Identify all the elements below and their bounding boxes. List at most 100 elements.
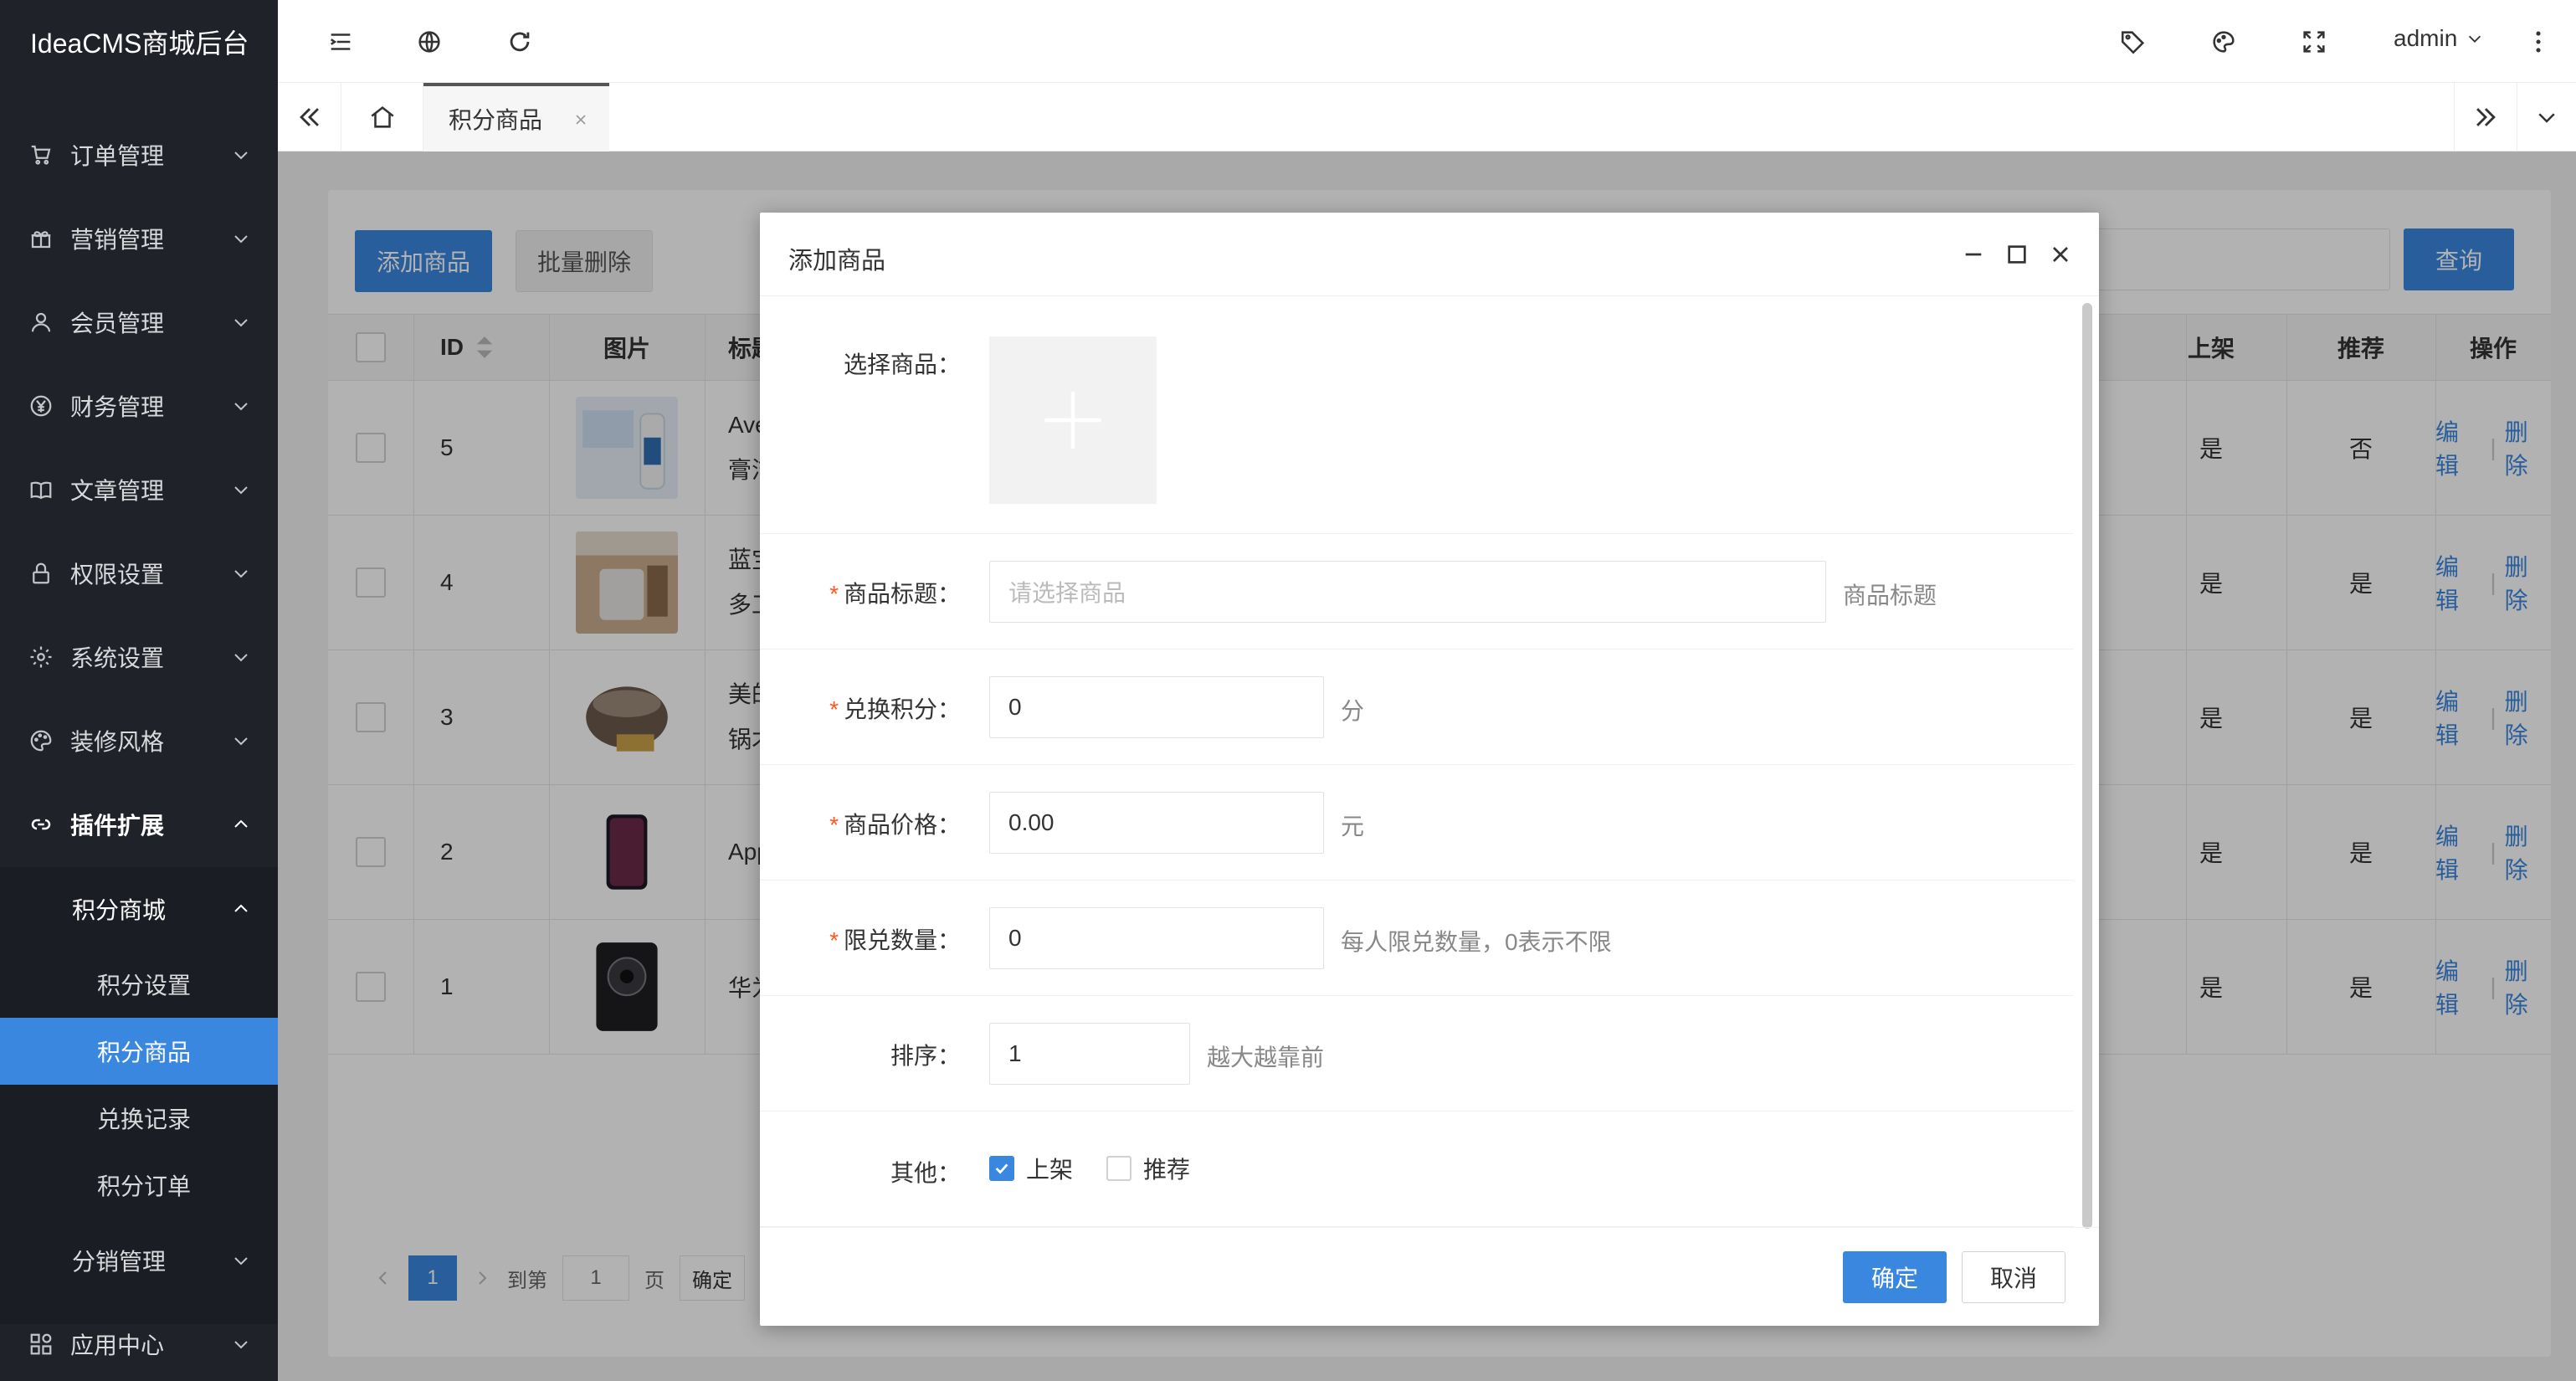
user-menu[interactable]: admin — [2394, 25, 2484, 52]
tab-home[interactable] — [341, 83, 423, 151]
points-unit: 分 — [1341, 698, 1365, 724]
sidebar-item-label: 应用中心 — [70, 1332, 165, 1358]
title-hint: 商品标题 — [1843, 583, 1937, 608]
maximize-icon[interactable] — [2004, 241, 2030, 268]
gear-icon — [30, 646, 52, 668]
chevron-down-icon — [234, 570, 248, 578]
sidebar-item-distribution[interactable]: 分销管理 — [0, 1219, 278, 1302]
more-vertical-icon[interactable] — [2524, 28, 2553, 56]
points-label: * 兑换积分： — [829, 691, 961, 725]
on-shelf-checkbox[interactable] — [989, 1156, 1014, 1181]
sidebar-item-label: 财务管理 — [70, 394, 165, 420]
close-icon[interactable] — [572, 111, 589, 128]
palette-icon[interactable] — [2209, 28, 2238, 56]
sort-label: 排序： — [890, 1043, 961, 1069]
sidebar-item-system[interactable]: 系统设置 — [0, 615, 278, 699]
double-chevron-right-icon — [2476, 108, 2496, 126]
minimize-icon[interactable] — [1960, 241, 1987, 268]
chevron-down-icon — [234, 654, 248, 662]
tag-icon[interactable] — [2119, 28, 2148, 56]
globe-icon[interactable] — [415, 28, 444, 56]
tab-points-goods[interactable]: 积分商品 — [423, 83, 609, 151]
sidebar-item-marketing[interactable]: 营销管理 — [0, 197, 278, 280]
confirm-button[interactable]: 确定 — [1843, 1251, 1947, 1303]
lock-icon — [33, 562, 49, 584]
sidebar-item-members[interactable]: 会员管理 — [0, 280, 278, 364]
sidebar-item-points-goods[interactable]: 积分商品 — [0, 1018, 278, 1085]
sidebar-item-points-settings[interactable]: 积分设置 — [0, 951, 278, 1018]
chevron-down-icon — [234, 486, 248, 495]
check-icon — [995, 1163, 1008, 1174]
recommend-label: 推荐 — [1143, 1157, 1191, 1183]
tab-label: 积分商品 — [449, 107, 543, 133]
plus-icon — [1044, 392, 1101, 449]
dialog-title: 添加商品 — [788, 248, 886, 275]
select-product-upload[interactable] — [989, 336, 1157, 504]
fullscreen-icon[interactable] — [2300, 28, 2328, 56]
dialog-scrollbar[interactable] — [2082, 303, 2092, 1229]
top-header: admin — [278, 0, 2576, 83]
required-mark: * — [829, 581, 839, 607]
cancel-button[interactable]: 取消 — [1962, 1251, 2065, 1303]
sidebar-item-orders[interactable]: 订单管理 — [0, 113, 278, 197]
form-row-other: 其他： 上架 推荐 — [760, 1111, 2074, 1227]
refresh-icon[interactable] — [505, 28, 534, 56]
link-icon — [31, 819, 51, 830]
form-row-select-product: 选择商品： — [760, 296, 2074, 534]
price-unit: 元 — [1341, 814, 1365, 839]
user-icon — [31, 312, 51, 332]
exchange-points-input[interactable]: 0 — [989, 676, 1324, 738]
sidebar-item-label: 系统设置 — [70, 645, 165, 671]
limit-hint: 每人限兑数量，0表示不限 — [1341, 929, 1612, 955]
price-label-text: 商品价格： — [843, 812, 961, 838]
price-label: * 商品价格： — [829, 807, 961, 840]
tab-menu-button[interactable] — [2517, 83, 2576, 151]
yen-icon — [30, 395, 52, 417]
product-title-input[interactable]: 请选择商品 — [989, 561, 1826, 623]
sort-input[interactable]: 1 — [989, 1023, 1190, 1085]
sidebar-item-redeem-records[interactable]: 兑换记录 — [0, 1085, 278, 1152]
tab-bar: 积分商品 — [278, 83, 2576, 151]
sidebar-item-label: 积分商品 — [97, 1040, 192, 1065]
product-price-input[interactable]: 0.00 — [989, 792, 1324, 854]
chevron-down-icon — [234, 1341, 248, 1349]
sidebar-item-label: 会员管理 — [70, 311, 165, 336]
sidebar-item-points-orders[interactable]: 积分订单 — [0, 1152, 278, 1219]
sidebar-item-app-center[interactable]: 应用中心 — [0, 1302, 278, 1381]
sidebar: IdeaCMS商城后台 订单管理 营销管理 会员管理 财务管理 文章管理 权限设… — [0, 0, 278, 1381]
tab-scroll-right-button[interactable] — [2454, 83, 2517, 151]
form-row-limit: * 限兑数量： 0 每人限兑数量，0表示不限 — [760, 880, 2074, 996]
sidebar-item-label: 积分商城 — [72, 897, 167, 923]
sidebar-item-label: 积分订单 — [97, 1173, 192, 1199]
other-label: 其他： — [890, 1160, 961, 1186]
form-row-sort: 排序： 1 越大越靠前 — [760, 996, 2074, 1111]
sidebar-item-label: 营销管理 — [70, 227, 165, 253]
cart-icon — [31, 145, 51, 165]
other-options: 上架 推荐 — [989, 1152, 1224, 1185]
chevron-up-icon — [234, 904, 248, 912]
sidebar-item-points-mall[interactable]: 积分商城 — [0, 867, 278, 951]
chevron-down-icon — [234, 151, 248, 160]
recommend-checkbox[interactable] — [1106, 1156, 1132, 1181]
close-icon[interactable] — [2047, 241, 2074, 268]
sidebar-item-permissions[interactable]: 权限设置 — [0, 531, 278, 615]
sidebar-item-label: 兑换记录 — [97, 1106, 192, 1132]
sidebar-item-label: 文章管理 — [70, 478, 165, 504]
home-icon — [370, 106, 394, 128]
double-chevron-left-icon — [299, 108, 319, 126]
sidebar-item-finance[interactable]: 财务管理 — [0, 364, 278, 448]
title-label: * 商品标题： — [829, 576, 961, 609]
form-row-title: * 商品标题： 请选择商品 商品标题 — [760, 534, 2074, 649]
tab-scroll-left-button[interactable] — [278, 83, 341, 151]
form-row-price: * 商品价格： 0.00 元 — [760, 765, 2074, 880]
chevron-down-icon — [2469, 35, 2481, 43]
sidebar-item-plugins[interactable]: 插件扩展 — [0, 783, 278, 866]
sidebar-item-label: 装修风格 — [70, 729, 165, 755]
sidebar-item-articles[interactable]: 文章管理 — [0, 448, 278, 531]
required-mark: * — [829, 927, 839, 953]
sidebar-item-label: 订单管理 — [70, 143, 165, 169]
redeem-limit-input[interactable]: 0 — [989, 907, 1324, 969]
sidebar-item-theme[interactable]: 装修风格 — [0, 699, 278, 783]
menu-collapse-icon[interactable] — [326, 28, 355, 56]
limit-label: * 限兑数量： — [829, 922, 961, 956]
